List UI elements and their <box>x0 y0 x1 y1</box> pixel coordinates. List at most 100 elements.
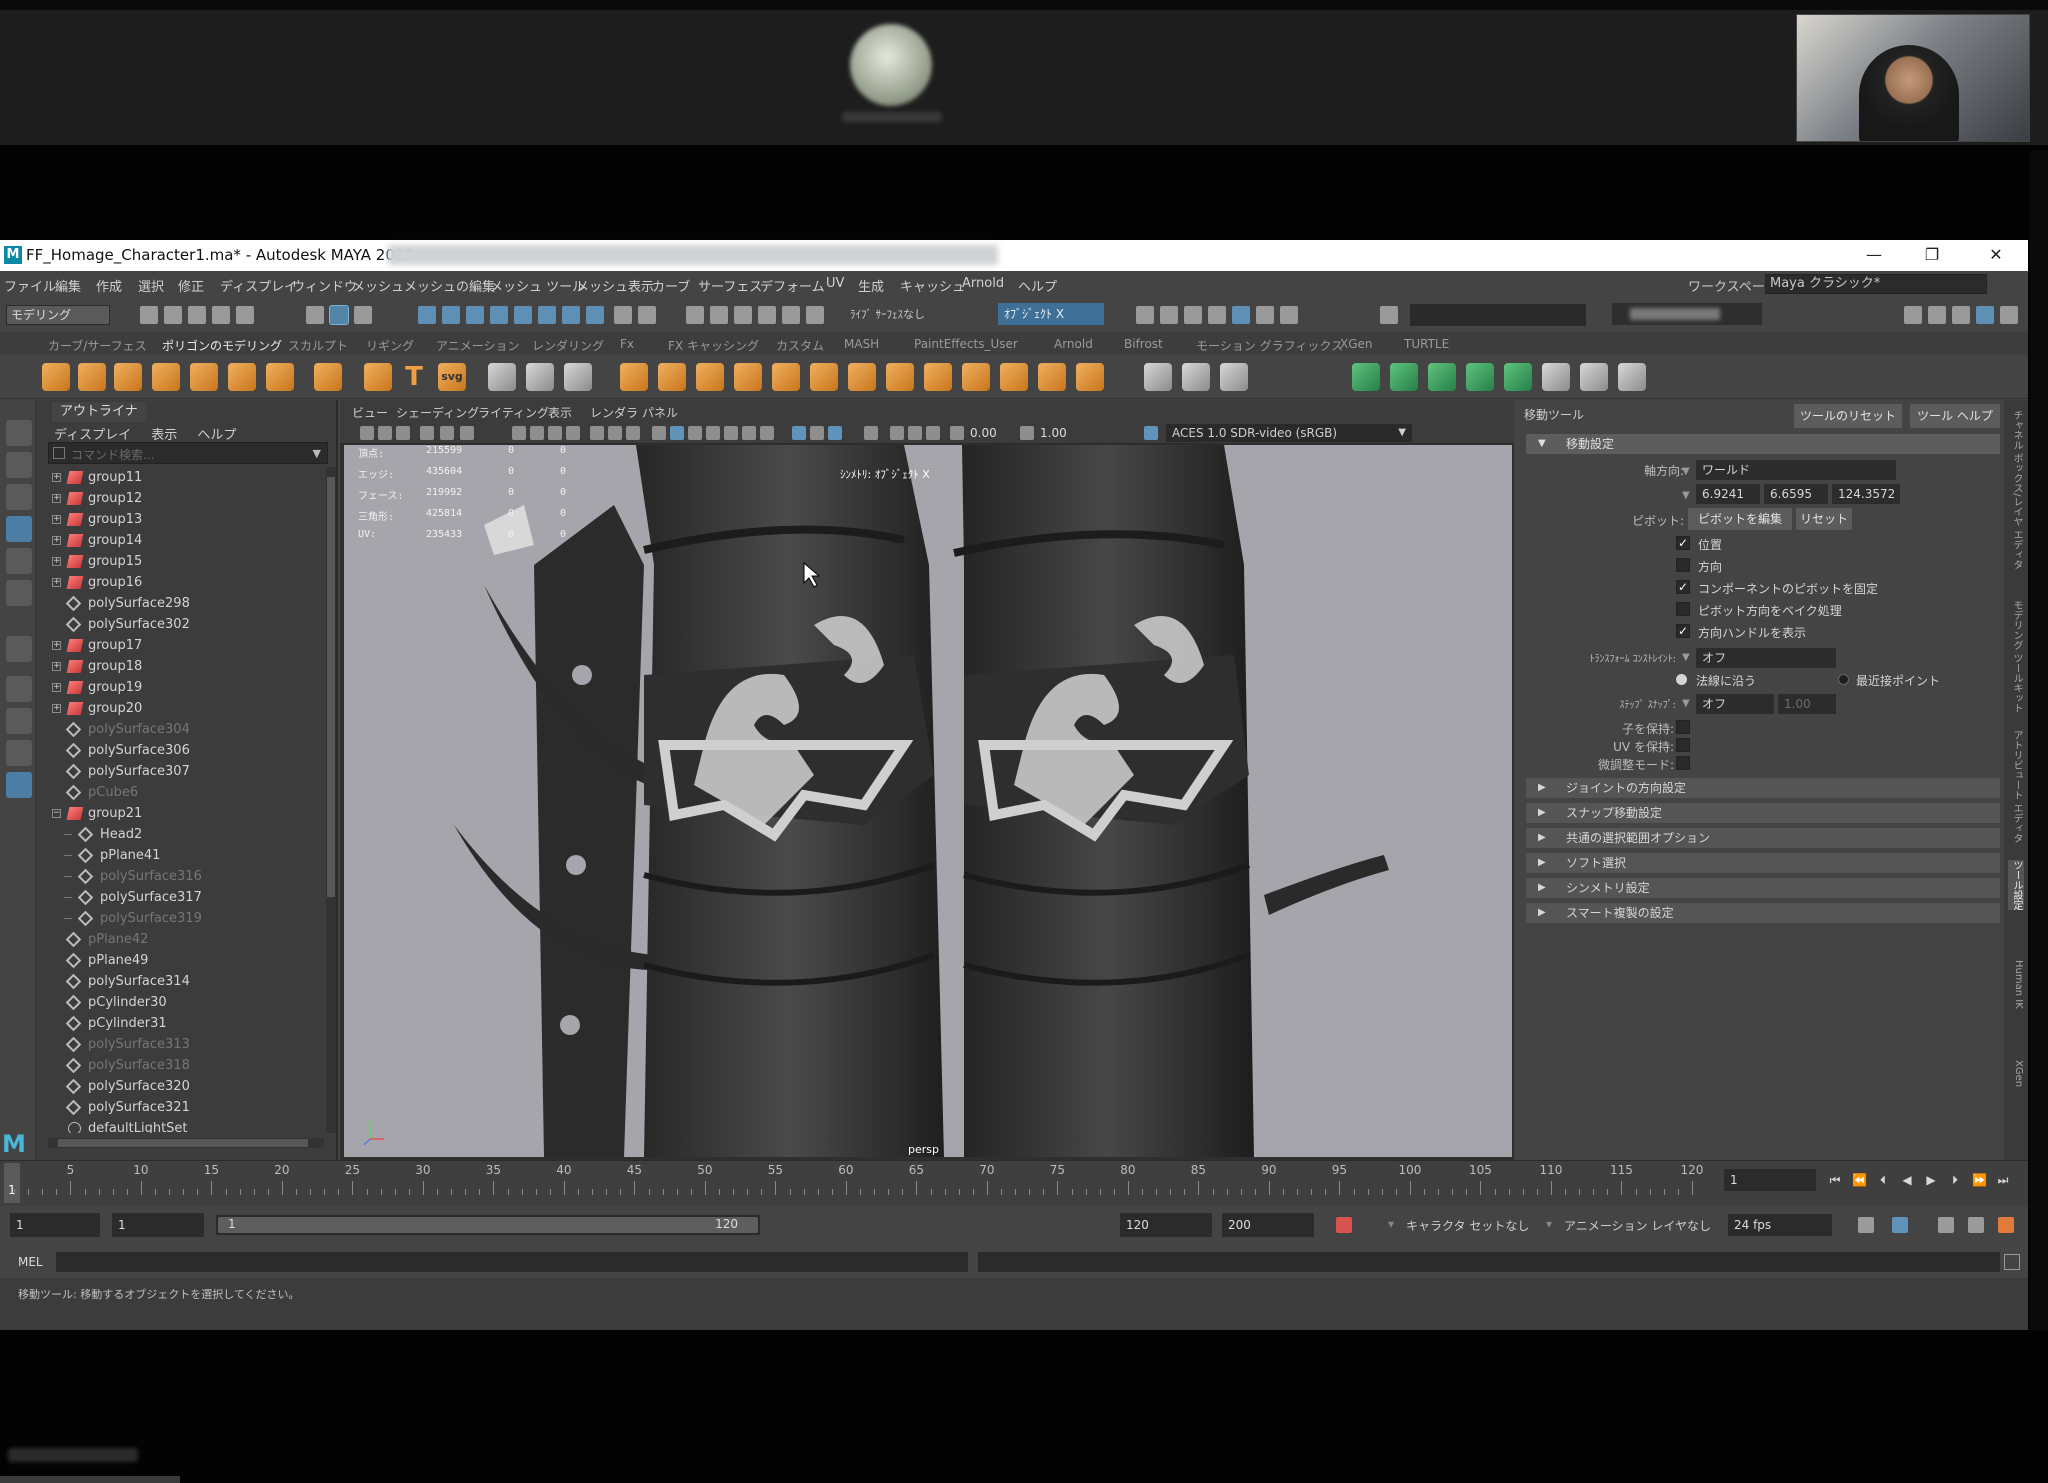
channel-box-icon[interactable] <box>1976 306 1994 324</box>
multi-cut-icon[interactable] <box>1000 363 1028 391</box>
outliner-row[interactable]: polySurface314 <box>36 971 326 992</box>
outliner-row[interactable]: polySurface302 <box>36 614 326 635</box>
menu-modify[interactable]: 修正 <box>178 276 204 295</box>
shelf-tab-curves[interactable]: カーブ/サーフェス <box>48 337 147 354</box>
menu-create[interactable]: 作成 <box>96 276 122 295</box>
outliner-row[interactable]: pCylinder31 <box>36 1013 326 1034</box>
xray-active-icon[interactable] <box>926 426 940 440</box>
mel-label[interactable]: MEL <box>18 1255 43 1269</box>
poly-svg-icon[interactable]: svg <box>438 363 466 391</box>
lasso-tool-icon[interactable] <box>6 452 32 478</box>
automatic-uv-icon[interactable] <box>1466 363 1494 391</box>
modeling-toolkit-icon[interactable] <box>1904 306 1922 324</box>
tweak-mode-checkbox[interactable] <box>1676 756 1690 770</box>
transform-constraint-select[interactable]: オフ <box>1696 648 1836 668</box>
move-settings-section[interactable]: ▼ 移動設定 <box>1526 434 2000 454</box>
shelf-tab-animation[interactable]: アニメーション <box>436 337 520 354</box>
outliner-row[interactable]: + group17 <box>36 635 326 656</box>
film-gate-icon[interactable] <box>530 426 544 440</box>
scene-start-field[interactable]: 1 <box>10 1213 100 1237</box>
poly-cylinder-icon[interactable] <box>114 363 142 391</box>
side-tab-tool-settings[interactable]: ツール設定 <box>2008 860 2024 910</box>
bake-pivot-checkbox[interactable] <box>1676 602 1690 616</box>
image-plane-icon[interactable] <box>420 426 434 440</box>
layout-icon[interactable] <box>1618 363 1646 391</box>
side-tab-modeling-toolkit[interactable]: モデリング ツールキット <box>2008 600 2024 713</box>
motion-blur-icon[interactable] <box>810 426 824 440</box>
outliner-row[interactable]: pPlane49 <box>36 950 326 971</box>
new-scene-icon[interactable] <box>140 306 158 324</box>
bevel-icon[interactable] <box>886 363 914 391</box>
sidebar-toggle-icon[interactable] <box>1380 306 1398 324</box>
view-transform-select[interactable]: ACES 1.0 SDR-video (sRGB) ▼ <box>1166 424 1412 442</box>
input-line-field[interactable] <box>1410 304 1586 326</box>
outliner-row[interactable]: pCylinder30 <box>36 992 326 1013</box>
lock-selection-icon[interactable] <box>614 306 632 324</box>
menu-help[interactable]: ヘルプ <box>1018 276 1057 295</box>
outliner-hscrollbar[interactable] <box>48 1138 324 1148</box>
poly-torus-icon[interactable] <box>190 363 218 391</box>
paint-select-tool-icon[interactable] <box>6 484 32 510</box>
reset-tool-button[interactable]: ツールのリセット <box>1794 404 1902 428</box>
mask-dynamics-icon[interactable] <box>538 306 556 324</box>
mask-surface-icon[interactable] <box>490 306 508 324</box>
expand-toggle[interactable]: + <box>52 536 61 545</box>
hypershade-icon[interactable] <box>1232 306 1250 324</box>
axis-z-field[interactable]: 124.3572 <box>1832 484 1900 504</box>
anim-prefs-icon[interactable] <box>1968 1217 1984 1233</box>
single-view-icon[interactable] <box>6 676 32 702</box>
boolean-difference-icon[interactable] <box>696 363 724 391</box>
menu-cache[interactable]: キャッシュ <box>900 276 965 295</box>
select-tool-icon[interactable] <box>6 420 32 446</box>
chevron-down-icon[interactable]: ▾ <box>1388 1217 1394 1231</box>
move-snap-section[interactable]: ▶ スナップ移動設定 <box>1526 803 2000 823</box>
shelf-tab-mash[interactable]: MASH <box>844 337 879 351</box>
poly-cube-icon[interactable] <box>78 363 106 391</box>
edit-pivot-button[interactable]: ピボットを編集 <box>1688 508 1792 530</box>
side-tab-xgen[interactable]: XGen <box>2008 1060 2024 1087</box>
preserve-children-checkbox[interactable] <box>1676 720 1690 734</box>
boolean-union-icon[interactable] <box>658 363 686 391</box>
arnold-render-icon[interactable] <box>1256 306 1274 324</box>
attribute-editor-icon[interactable] <box>1928 306 1946 324</box>
scene-end-field[interactable]: 200 <box>1222 1213 1314 1237</box>
append-polygon-icon[interactable] <box>924 363 952 391</box>
select-component-icon[interactable] <box>354 306 372 324</box>
scale-tool-icon[interactable] <box>6 580 32 606</box>
menu-curves[interactable]: カーブ <box>652 276 690 295</box>
poly-cone-icon[interactable] <box>152 363 180 391</box>
mask-joint-icon[interactable] <box>442 306 460 324</box>
unfold-icon[interactable] <box>1580 363 1608 391</box>
grease-pencil-icon[interactable] <box>460 426 474 440</box>
camera-attr-icon[interactable] <box>378 426 392 440</box>
bookmark-icon[interactable] <box>396 426 410 440</box>
snap-point-icon[interactable] <box>734 306 752 324</box>
screen-space-ao-icon[interactable] <box>792 426 806 440</box>
outliner-row[interactable]: + group18 <box>36 656 326 677</box>
gamma-value[interactable]: 1.00 <box>1040 425 1084 441</box>
knife-icon[interactable] <box>1220 363 1248 391</box>
outliner-row[interactable]: + group20 <box>36 698 326 719</box>
ipr-render-icon[interactable] <box>1184 306 1202 324</box>
sound-icon[interactable] <box>1938 1217 1954 1233</box>
expand-toggle[interactable]: + <box>52 662 61 671</box>
menu-display[interactable]: ディスプレイ <box>220 276 297 295</box>
move-tool-icon[interactable] <box>6 516 32 542</box>
vp-menu-shading[interactable]: シェーディング <box>396 404 479 421</box>
soft-select-section[interactable]: ▶ ソフト選択 <box>1526 853 2000 873</box>
rotate-tool-icon[interactable] <box>6 548 32 574</box>
expand-toggle[interactable]: + <box>52 515 61 524</box>
chevron-down-icon[interactable]: ▼ <box>1682 490 1690 501</box>
render-settings-icon[interactable] <box>1208 306 1226 324</box>
pin-component-pivot-checkbox[interactable]: ✓ <box>1676 580 1690 594</box>
step-back-key-icon[interactable]: ⏪ <box>1852 1173 1867 1187</box>
step-forward-key-icon[interactable]: ⏩ <box>1972 1173 1987 1187</box>
tool-help-button[interactable]: ツール ヘルプ <box>1910 404 2000 428</box>
orientation-checkbox[interactable] <box>1676 558 1690 572</box>
position-checkbox[interactable]: ✓ <box>1676 536 1690 550</box>
playback-prefs-icon[interactable] <box>1998 1217 2014 1233</box>
super-shape-icon[interactable] <box>364 363 392 391</box>
menu-deform[interactable]: デフォーム <box>760 276 825 295</box>
uv-editor-icon[interactable] <box>1542 363 1570 391</box>
snap-projected-icon[interactable] <box>758 306 776 324</box>
